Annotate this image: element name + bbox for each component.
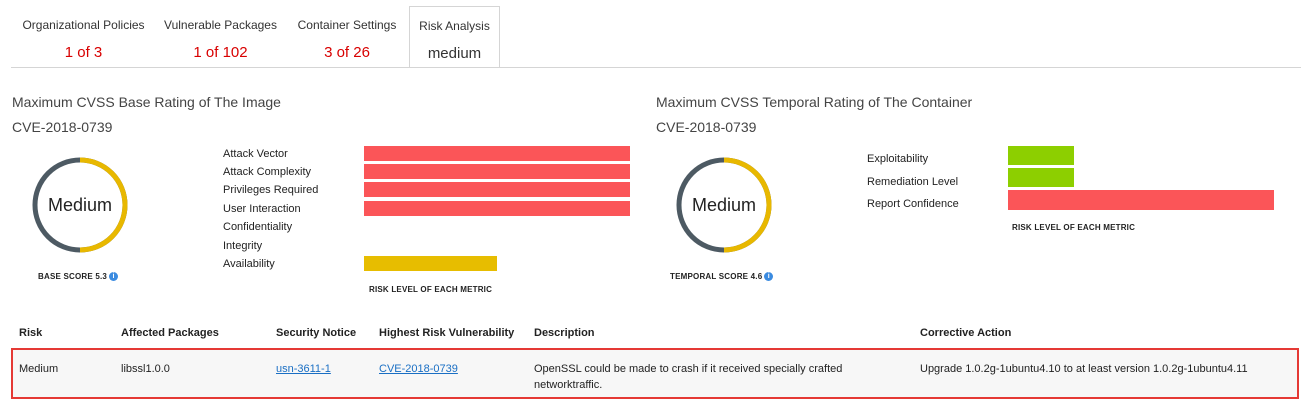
metric-label-attack-vector: Attack Vector (223, 148, 288, 160)
base-score-gauge: Medium (32, 157, 128, 253)
metric-label-remediation-level: Remediation Level (867, 176, 959, 188)
base-score: BASE SCORE 5.3 i (38, 272, 119, 282)
temporal-score-gauge: Medium (676, 157, 772, 253)
metric-bar-attack-vector (364, 146, 630, 161)
temporal-rating-title: Maximum CVSS Temporal Rating of The Cont… (656, 94, 973, 110)
cell-description: OpenSSL could be made to crash if it rec… (534, 363, 843, 391)
gauge-label: Medium (691, 195, 757, 215)
metric-label-attack-complexity: Attack Complexity (223, 166, 312, 178)
col-header-highest-risk: Highest Risk Vulnerability (379, 327, 515, 339)
info-icon[interactable]: i (109, 272, 119, 282)
metric-label-report-confidence: Report Confidence (867, 198, 959, 210)
tab-risk-analysis[interactable]: Risk Analysis medium (409, 6, 500, 68)
metric-bar-report-confidence (1008, 190, 1274, 210)
metric-bar-exploitability (1008, 146, 1074, 165)
cell-vulnerability: CVE-2018-0739 (379, 361, 458, 377)
metric-label-confidentiality: Confidentiality (223, 221, 293, 233)
tab-value: 1 of 3 (64, 44, 103, 61)
tab-value: 1 of 102 (193, 44, 248, 61)
col-header-security-notice: Security Notice (276, 327, 357, 339)
tab-label: Organizational Policies (22, 18, 145, 32)
risk-caption: RISK LEVEL OF EACH METRIC (1012, 223, 1136, 232)
metric-bar-attack-complexity (364, 164, 630, 179)
metric-label-exploitability: Exploitability (867, 153, 929, 165)
metric-bar-availability (364, 256, 497, 271)
base-rating-cve: CVE-2018-0739 (12, 119, 113, 135)
tab-value: 3 of 26 (324, 44, 370, 61)
base-score-label: BASE SCORE 5.3 (38, 272, 108, 281)
tab-vulnerable-packages[interactable]: Vulnerable Packages 1 of 102 (156, 6, 285, 67)
base-rating-title: Maximum CVSS Base Rating of The Image (12, 94, 281, 110)
tab-label: Risk Analysis (419, 19, 490, 33)
cell-risk: Medium (19, 363, 59, 375)
tab-bar: Organizational Policies 1 of 3 Vulnerabl… (11, 6, 500, 68)
risk-caption: RISK LEVEL OF EACH METRIC (369, 285, 493, 294)
vulnerability-link[interactable]: CVE-2018-0739 (379, 363, 458, 375)
metric-label-integrity: Integrity (223, 240, 263, 252)
tab-organizational-policies[interactable]: Organizational Policies 1 of 3 (11, 6, 156, 67)
metric-bar-remediation-level (1008, 168, 1074, 187)
tab-label: Vulnerable Packages (164, 18, 277, 32)
temporal-score: TEMPORAL SCORE 4.6 i (670, 272, 774, 282)
metric-label-availability: Availability (223, 258, 275, 270)
security-notice-link[interactable]: usn-3611-1 (276, 363, 331, 375)
tab-value: medium (427, 45, 482, 62)
gauge-label: Medium (47, 195, 113, 215)
tab-divider (11, 67, 1301, 68)
temporal-rating-cve: CVE-2018-0739 (656, 119, 757, 135)
cell-package: libssl1.0.0 (121, 363, 170, 375)
col-header-affected-packages: Affected Packages (121, 327, 219, 339)
cell-corrective-action: Upgrade 1.0.2g-1ubuntu4.10 to at least v… (920, 363, 1248, 375)
metric-label-privileges-required: Privileges Required (223, 184, 319, 196)
tab-container-settings[interactable]: Container Settings 3 of 26 (285, 6, 409, 67)
col-header-risk: Risk (19, 327, 43, 339)
temporal-score-label: TEMPORAL SCORE 4.6 (670, 272, 763, 281)
metric-bar-user-interaction (364, 201, 630, 216)
metric-label-user-interaction: User Interaction (223, 203, 301, 215)
col-header-description: Description (534, 327, 595, 339)
cell-notice: usn-3611-1 (276, 361, 331, 377)
tab-label: Container Settings (297, 18, 397, 32)
info-icon[interactable]: i (764, 272, 774, 282)
col-header-corrective-action: Corrective Action (920, 327, 1012, 339)
metric-bar-privileges-required (364, 182, 630, 197)
